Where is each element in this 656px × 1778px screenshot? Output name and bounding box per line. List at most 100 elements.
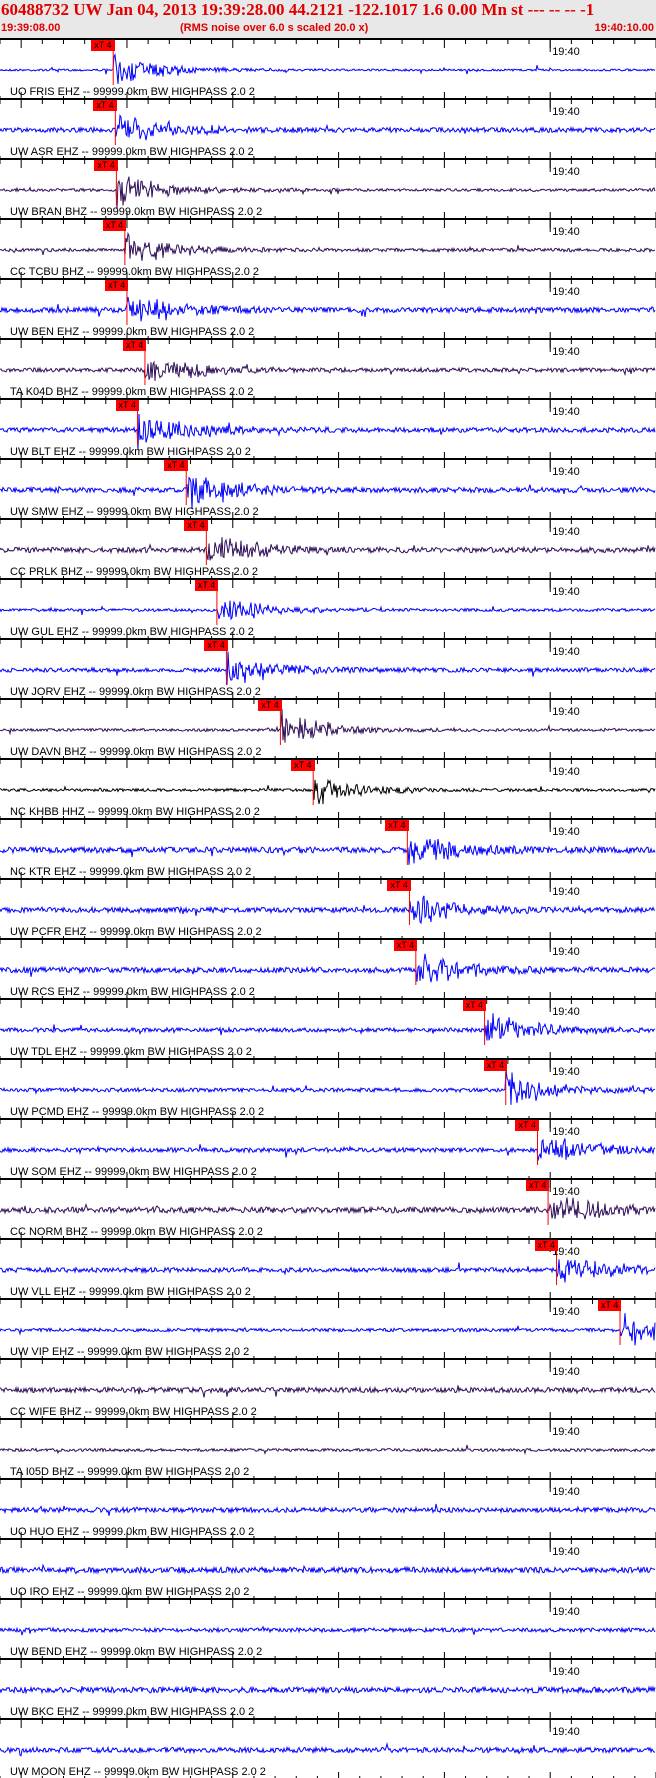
pick-marker[interactable]: xT 4 (291, 760, 315, 771)
waveform (0, 953, 656, 983)
waveform (0, 1625, 656, 1636)
waveform (0, 297, 656, 322)
pick-marker[interactable]: xT 4 (122, 340, 147, 351)
minute-label: 19:40 (552, 1486, 580, 1498)
minute-label: 19:40 (552, 646, 580, 658)
pick-marker[interactable]: xT 4 (534, 1240, 558, 1251)
station-label: TA I05D BHZ -- 99999.0km BW HIGHPASS 2.0… (10, 1466, 250, 1478)
station-label: UW BEN EHZ -- 99999.0km BW HIGHPASS 2.0 … (10, 326, 255, 338)
trace-panel: 19:40 xT 4 NC KTR EHZ -- 99999.0km BW HIGH… (0, 818, 656, 878)
waveform (0, 1138, 656, 1161)
noise-note: (RMS noise over 6.0 s scaled 20.0 x) (180, 22, 369, 34)
waveform (0, 600, 656, 621)
minute-label: 19:40 (552, 1666, 580, 1678)
trace-panel: 19:40 xT 4 UW BRAN BHZ -- 99999.0km BW HIG… (0, 158, 656, 218)
pick-marker[interactable]: xT 4 (102, 220, 127, 231)
minute-label: 19:40 (552, 406, 580, 418)
pick-marker[interactable]: xT 4 (462, 1000, 486, 1011)
pick-marker[interactable]: xT 4 (164, 460, 188, 471)
pick-marker[interactable]: xT 4 (258, 700, 282, 711)
trace-panel: 19:40 xT 4 UW BEN EHZ -- 99999.0km BW HIGH… (0, 278, 656, 338)
waveform (0, 1503, 656, 1516)
station-label: UO HUO EHZ -- 99999.0km BW HIGHPASS 2.0 … (10, 1526, 255, 1538)
pick-marker[interactable]: xT 4 (104, 280, 129, 291)
pick-marker[interactable]: xT 4 (115, 400, 139, 411)
trace-panel: 19:40 xT 4 CC NORM BHZ -- 99999.0km BW HIG… (0, 1178, 656, 1238)
trace-panel: 19:40 xT 4 UW SMW EHZ -- 99999.0km BW HIGH… (0, 458, 656, 518)
station-label: UW BEND EHZ -- 99999.0km BW HIGHPASS 2.0… (10, 1646, 263, 1658)
pick-marker[interactable]: xT 4 (483, 1060, 508, 1071)
pick-marker[interactable]: xT 4 (184, 520, 208, 531)
waveform (0, 1563, 656, 1575)
pick-marker[interactable]: xT 4 (93, 100, 117, 111)
event-title: 60488732 UW Jan 04, 2013 19:39:28.00 44.… (1, 0, 595, 19)
station-label: CC TCBU BHZ -- 99999.0km BW HIGHPASS 2.0… (10, 266, 259, 278)
waveform (0, 839, 656, 865)
station-label: UW SMW EHZ -- 99999.0km BW HIGHPASS 2.0 … (10, 506, 259, 518)
trace-panel: 19:40 UO HUO EHZ -- 99999.0km BW HIGHPASS… (0, 1478, 656, 1538)
minute-label: 19:40 (552, 346, 580, 358)
minute-label: 19:40 (552, 286, 580, 298)
station-label: UW ASR EHZ -- 99999.0km BW HIGHPASS 2.0 … (10, 146, 254, 158)
station-label: TA K04D BHZ -- 99999.0km BW HIGHPASS 2.0… (10, 386, 254, 398)
waveform (0, 1685, 656, 1695)
minute-label: 19:40 (552, 886, 580, 898)
waveform (0, 53, 656, 85)
waveform (0, 1197, 656, 1220)
pick-marker[interactable]: xT 4 (94, 160, 118, 171)
station-label: UW RCS EHZ -- 99999.0km BW HIGHPASS 2.0 … (10, 986, 255, 998)
minute-label: 19:40 (552, 946, 580, 958)
pick-marker[interactable]: xT 4 (393, 940, 418, 951)
trace-panel: 19:40 TA I05D BHZ -- 99999.0km BW HIGHPAS… (0, 1418, 656, 1478)
waveform (0, 778, 656, 805)
start-time: 19:39:08.00 (1, 22, 61, 34)
station-label: UW DAVN BHZ -- 99999.0km BW HIGHPASS 2.0… (10, 746, 262, 758)
station-label: CC NORM BHZ -- 99999.0km BW HIGHPASS 2.0… (10, 1226, 263, 1238)
waveform (0, 537, 656, 561)
trace-panel: 19:40 xT 4 UW PCMD EHZ -- 99999.0km BW HIG… (0, 1058, 656, 1118)
station-label: CC WIFE BHZ -- 99999.0km BW HIGHPASS 2.0… (10, 1406, 257, 1418)
minute-label: 19:40 (552, 226, 580, 238)
minute-label: 19:40 (552, 1726, 580, 1738)
trace-panel: 19:40 xT 4 UW TDL EHZ -- 99999.0km BW HIGH… (0, 998, 656, 1058)
pick-marker[interactable]: xT 4 (204, 640, 228, 651)
trace-panel: 19:40 xT 4 UW VLL EHZ -- 99999.0km BW HIGH… (0, 1238, 656, 1298)
trace-panel: 19:40 xT 4 UW RCS EHZ -- 99999.0km BW HIGH… (0, 938, 656, 998)
trace-panel: 19:40 xT 4 CC TCBU BHZ -- 99999.0km BW HIG… (0, 218, 656, 278)
station-label: UW GUL EHZ -- 99999.0km BW HIGHPASS 2.0 … (10, 626, 254, 638)
trace-panel: 19:40 xT 4 UW VIP EHZ -- 99999.0km BW HIGH… (0, 1298, 656, 1358)
pick-marker[interactable]: xT 4 (194, 580, 219, 591)
trace-panel: 19:40 UW BKC EHZ -- 99999.0km BW HIGHPASS… (0, 1658, 656, 1718)
minute-label: 19:40 (552, 526, 580, 538)
minute-label: 19:40 (552, 166, 580, 178)
header: 60488732 UW Jan 04, 2013 19:39:28.00 44.… (0, 0, 656, 38)
minute-label: 19:40 (552, 466, 580, 478)
trace-panel: 19:40 xT 4 UW GUL EHZ -- 99999.0km BW HIGH… (0, 578, 656, 638)
trace-panel: 19:40 xT 4 UW ASR EHZ -- 99999.0km BW HIGH… (0, 98, 656, 158)
station-label: UO IRO EHZ -- 99999.0km BW HIGHPASS 2.0 … (10, 1586, 250, 1598)
pick-marker[interactable]: xT 4 (515, 1120, 539, 1131)
station-label: UW PCFR EHZ -- 99999.0km BW HIGHPASS 2.0… (10, 926, 262, 938)
waveform (0, 1385, 656, 1398)
pick-marker[interactable]: xT 4 (598, 1300, 622, 1311)
station-label: UW SOM EHZ -- 99999.0km BW HIGHPASS 2.0 … (10, 1166, 257, 1178)
minute-label: 19:40 (552, 826, 580, 838)
minute-label: 19:40 (552, 1006, 580, 1018)
pick-marker[interactable]: xT 4 (385, 820, 409, 831)
station-label: UW BKC EHZ -- 99999.0km BW HIGHPASS 2.0 … (10, 1706, 255, 1718)
waveform (0, 895, 656, 925)
trace-panel: 19:40 xT 4 UW BLT EHZ -- 99999.0km BW HIGH… (0, 398, 656, 458)
waveform (0, 360, 656, 381)
minute-label: 19:40 (552, 1426, 580, 1438)
minute-label: 19:40 (552, 1126, 580, 1138)
pick-marker[interactable]: xT 4 (387, 880, 411, 891)
trace-panel: 19:40 xT 4 CC PRLK BHZ -- 99999.0km BW HIG… (0, 518, 656, 578)
waveform (0, 1742, 656, 1757)
pick-marker[interactable]: xT 4 (526, 1180, 550, 1191)
trace-panel: 19:40 xT 4 UW JORV EHZ -- 99999.0km BW HIG… (0, 638, 656, 698)
pick-marker[interactable]: xT 4 (91, 40, 115, 51)
station-label: UW BRAN BHZ -- 99999.0km BW HIGHPASS 2.0… (10, 206, 263, 218)
minute-label: 19:40 (552, 106, 580, 118)
trace-panel: 19:40 xT 4 UW DAVN BHZ -- 99999.0km BW HIG… (0, 698, 656, 758)
minute-label: 19:40 (552, 706, 580, 718)
